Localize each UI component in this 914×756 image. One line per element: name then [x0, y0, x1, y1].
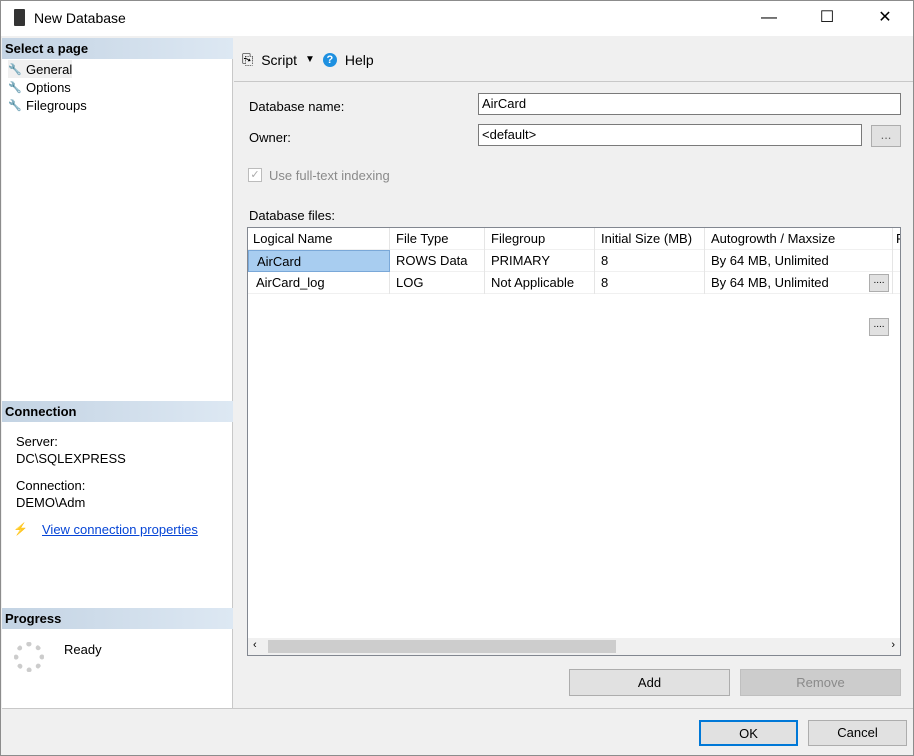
sidebar: Select a page 🔧 General 🔧 Options 🔧 Filegro…: [2, 38, 233, 708]
select-page-header: Select a page: [2, 38, 233, 59]
minimize-button[interactable]: —: [740, 1, 798, 36]
logical-name-cell[interactable]: AirCard_log: [248, 272, 390, 294]
sidebar-item-filegroups[interactable]: 🔧 Filegroups: [8, 96, 87, 114]
column-header[interactable]: File Type: [390, 228, 485, 250]
scroll-right-icon[interactable]: ›: [891, 639, 895, 651]
page-label: General: [26, 61, 73, 77]
connection-header: Connection: [2, 401, 233, 422]
database-server-icon: [14, 9, 25, 26]
help-button[interactable]: Help: [345, 52, 374, 68]
database-name-input[interactable]: AirCard: [478, 93, 901, 115]
autogrowth-cell[interactable]: By 64 MB, Unlimited: [705, 272, 893, 294]
filegroup-cell[interactable]: PRIMARY: [485, 250, 595, 272]
fulltext-checkbox[interactable]: ✓: [248, 168, 262, 182]
page-label: Filegroups: [26, 97, 87, 113]
horizontal-scrollbar[interactable]: ‹ ›: [248, 638, 900, 655]
script-dropdown-icon[interactable]: ▼: [305, 54, 315, 65]
maximize-button[interactable]: ☐: [798, 1, 856, 36]
file-type-cell[interactable]: LOG: [390, 272, 485, 294]
ok-button[interactable]: OK: [699, 720, 798, 746]
database-files-grid: Logical Name File Type Filegroup Initial…: [247, 227, 901, 656]
server-value: DC\SQLEXPRESS: [16, 451, 126, 466]
column-header[interactable]: Filegroup: [485, 228, 595, 250]
column-header[interactable]: Initial Size (MB): [595, 228, 705, 250]
connection-properties-icon: ⚡: [13, 522, 28, 536]
sidebar-item-options[interactable]: 🔧 Options: [8, 78, 71, 96]
column-header[interactable]: Logical Name: [248, 228, 390, 250]
script-icon: ⎘: [242, 51, 254, 67]
autogrowth-cell[interactable]: By 64 MB, Unlimited: [705, 250, 893, 272]
database-name-label: Database name:: [249, 99, 345, 114]
filegroup-cell[interactable]: Not Applicable: [485, 272, 595, 294]
view-connection-properties-link[interactable]: View connection properties: [42, 522, 198, 537]
file-type-cell[interactable]: ROWS Data: [390, 250, 485, 272]
close-button[interactable]: ✕: [856, 1, 914, 36]
script-button[interactable]: Script: [261, 52, 297, 68]
divider: [2, 708, 913, 709]
scrollbar-thumb[interactable]: [268, 640, 616, 653]
initial-size-cell[interactable]: 8: [595, 250, 705, 272]
new-database-dialog: New Database — ☐ ✕ Select a page 🔧 Genera…: [0, 0, 914, 756]
autogrowth-edit-button[interactable]: ....: [869, 318, 889, 336]
wrench-icon: 🔧: [8, 81, 22, 94]
database-files-label: Database files:: [249, 208, 335, 223]
connection-value: DEMO\Adm: [16, 495, 86, 510]
add-button[interactable]: Add: [569, 669, 730, 696]
owner-label: Owner:: [249, 130, 291, 145]
owner-input[interactable]: <default>: [478, 124, 862, 146]
table-row[interactable]: AirCard ROWS Data PRIMARY 8 By 64 MB, Un…: [248, 250, 900, 292]
help-icon: ?: [322, 52, 337, 67]
cancel-button[interactable]: Cancel: [808, 720, 907, 746]
owner-browse-button[interactable]: ...: [871, 125, 901, 147]
column-header[interactable]: Autogrowth / Maxsize: [705, 228, 893, 250]
sidebar-item-general[interactable]: 🔧 General: [8, 60, 73, 78]
table-header-row: Logical Name File Type Filegroup Initial…: [248, 228, 900, 250]
wrench-icon: 🔧: [8, 99, 22, 112]
scroll-left-icon[interactable]: ‹: [253, 639, 257, 651]
title-bar: New Database — ☐ ✕: [1, 1, 913, 36]
remove-button[interactable]: Remove: [740, 669, 901, 696]
progress-header: Progress: [2, 608, 233, 629]
connection-label: Connection:: [16, 478, 86, 493]
progress-status: Ready: [64, 642, 102, 657]
progress-spinner-icon: [14, 642, 44, 672]
page-label: Options: [26, 79, 71, 95]
column-header[interactable]: Path: [893, 228, 900, 250]
window-title: New Database: [34, 10, 126, 26]
logical-name-cell[interactable]: AirCard: [248, 250, 390, 272]
initial-size-cell[interactable]: 8: [595, 272, 705, 294]
fulltext-label: Use full-text indexing: [269, 168, 390, 183]
table-row[interactable]: AirCard_log LOG Not Applicable 8 By 64 M…: [248, 272, 900, 336]
wrench-icon: 🔧: [8, 63, 22, 76]
toolbar: ⎘ Script ▼ ? Help: [234, 38, 913, 82]
server-label: Server:: [16, 434, 58, 449]
